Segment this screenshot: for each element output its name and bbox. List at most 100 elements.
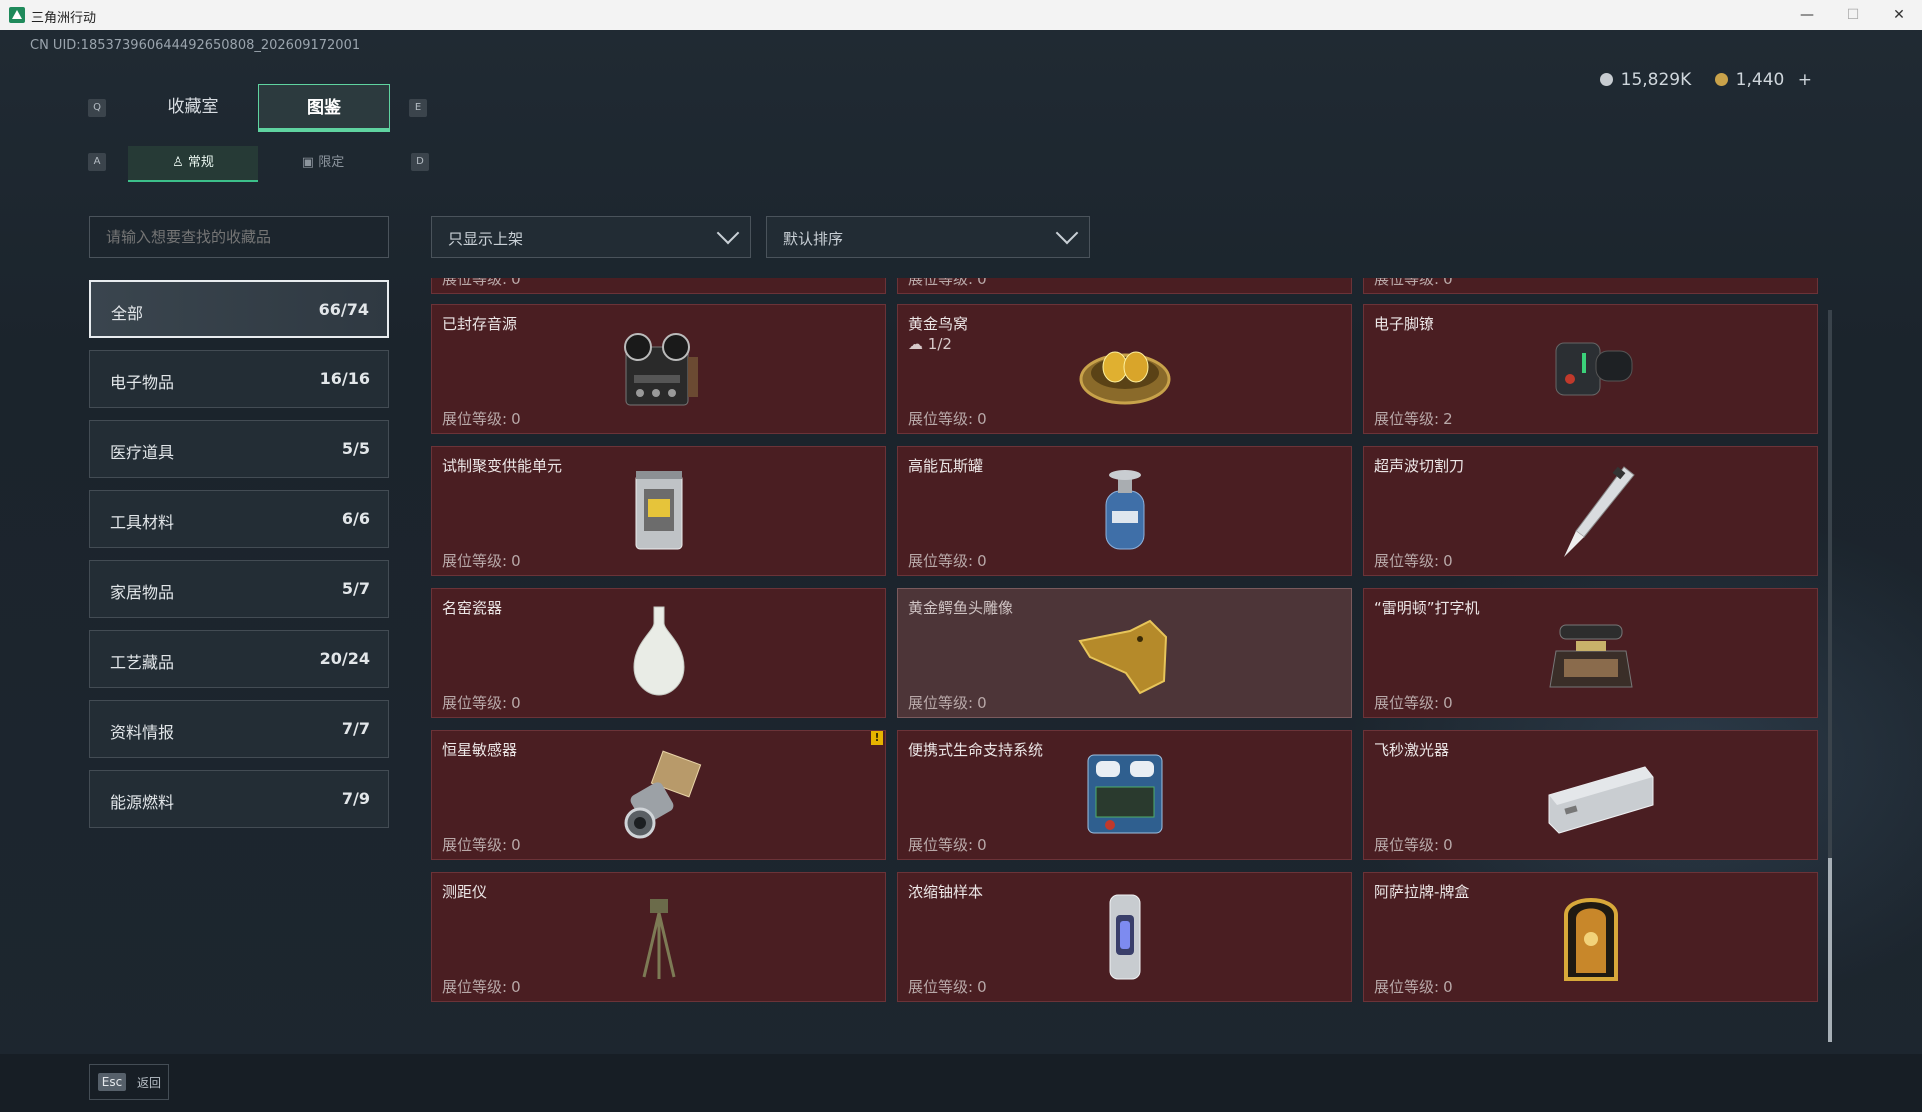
- collection-card[interactable]: 名窑瓷器 展位等级: 0: [431, 588, 886, 718]
- collection-card[interactable]: 阿萨拉牌-牌盒 展位等级: 0: [1363, 872, 1818, 1002]
- category-label: 医疗道具: [110, 443, 175, 462]
- tab-codex[interactable]: 图鉴: [258, 84, 390, 132]
- collection-card[interactable]: 飞秒激光器 展位等级: 0: [1363, 730, 1818, 860]
- card-box-icon: [1563, 898, 1618, 981]
- rangefinder-icon: [642, 899, 675, 979]
- item-name: 黄金鸟窝: [908, 315, 969, 333]
- sort-dropdown[interactable]: 默认排序: [766, 216, 1090, 258]
- add-currency-button[interactable]: +: [1798, 70, 1812, 90]
- category-count: 16/16: [319, 369, 370, 388]
- booth-level: 展位等级: 0: [908, 694, 987, 712]
- collection-card[interactable]: 展位等级: 0: [431, 278, 886, 294]
- subtab-regular[interactable]: ♙ 常规: [128, 146, 258, 182]
- collection-card[interactable]: 超声波切割刀 展位等级: 0: [1363, 446, 1818, 576]
- search-input[interactable]: [90, 217, 388, 257]
- regular-icon: ♙: [172, 155, 188, 170]
- subtab-regular-label: 常规: [187, 155, 214, 170]
- subtab-limited-label: 限定: [318, 155, 345, 170]
- chevron-down-icon: [716, 221, 740, 245]
- limited-icon: ▣: [301, 155, 319, 170]
- collection-card[interactable]: “雷明顿”打字机 展位等级: 0: [1363, 588, 1818, 718]
- listed-filter-dropdown[interactable]: 只显示上架: [431, 216, 751, 258]
- category-label: 能源燃料: [110, 793, 175, 812]
- item-name: 超声波切割刀: [1374, 457, 1465, 475]
- category-electronics[interactable]: 电子物品 16/16: [89, 350, 389, 408]
- back-button[interactable]: Esc 返回: [89, 1064, 169, 1100]
- chevron-down-icon: [1055, 221, 1079, 245]
- category-count: 5/5: [341, 439, 370, 458]
- collection-card[interactable]: 恒星敏感器 ! 展位等级: 0: [431, 730, 886, 860]
- category-count: 5/7: [341, 579, 370, 598]
- app-window: CN UID:185373960644492650808_20260917200…: [0, 30, 1922, 1112]
- esc-key-hint: Esc: [98, 1073, 126, 1091]
- listed-filter-label: 只显示上架: [448, 230, 524, 248]
- booth-level: 展位等级: 0: [908, 278, 987, 288]
- collection-card[interactable]: 展位等级: 0: [897, 278, 1352, 294]
- collection-card[interactable]: 黄金鸟窝 ☁ 1/2 展位等级: 0: [897, 304, 1352, 434]
- category-label: 工艺藏品: [110, 653, 175, 672]
- collection-card[interactable]: 试制聚变供能单元 展位等级: 0: [431, 446, 886, 576]
- category-tools[interactable]: 工具材料 6/6: [89, 490, 389, 548]
- category-label: 电子物品: [110, 373, 175, 392]
- collection-card[interactable]: 黄金鳄鱼头雕像 展位等级: 0: [897, 588, 1352, 718]
- booth-level: 展位等级: 0: [1374, 278, 1453, 288]
- booth-level: 展位等级: 0: [442, 552, 521, 570]
- collection-card[interactable]: 便携式生命支持系统 展位等级: 0: [897, 730, 1352, 860]
- gold-amount: 1,440: [1735, 70, 1785, 90]
- category-crafts[interactable]: 工艺藏品 20/24: [89, 630, 389, 688]
- window-titlebar: 三角洲行动 — ☐ ✕: [0, 0, 1922, 30]
- collection-card[interactable]: 电子脚镣 展位等级: 2: [1363, 304, 1818, 434]
- collection-card[interactable]: 高能瓦斯罐 展位等级: 0: [897, 446, 1352, 576]
- booth-level: 展位等级: 2: [1374, 410, 1453, 428]
- collection-card[interactable]: 浓缩铀样本 展位等级: 0: [897, 872, 1352, 1002]
- item-name: “雷明顿”打字机: [1374, 599, 1480, 617]
- category-count: 20/24: [319, 649, 370, 668]
- category-intel[interactable]: 资料情报 7/7: [89, 700, 389, 758]
- femtosecond-laser-icon: [1548, 766, 1654, 834]
- currency-panel: 15,829K 1,440 +: [1596, 70, 1812, 90]
- key-hint-e: E: [409, 99, 427, 117]
- category-count: 7/9: [341, 789, 370, 808]
- subtab-limited[interactable]: ▣ 限定: [258, 146, 388, 180]
- grid-scrollbar[interactable]: [1828, 310, 1832, 1042]
- booth-level: 展位等级: 0: [442, 694, 521, 712]
- booth-level: 展位等级: 0: [1374, 836, 1453, 854]
- item-name: 飞秒激光器: [1374, 741, 1450, 759]
- tab-collection-room[interactable]: 收藏室: [128, 84, 258, 130]
- gold-coin-icon: [1714, 73, 1728, 86]
- ultrasonic-cutter-icon: [1563, 466, 1635, 557]
- category-household[interactable]: 家居物品 5/7: [89, 560, 389, 618]
- maximize-button[interactable]: ☐: [1830, 0, 1876, 30]
- category-energy[interactable]: 能源燃料 7/9: [89, 770, 389, 828]
- category-medical[interactable]: 医疗道具 5/5: [89, 420, 389, 478]
- category-label: 工具材料: [110, 513, 175, 532]
- booth-level: 展位等级: 0: [442, 410, 521, 428]
- category-label: 全部: [111, 304, 144, 323]
- gold-crocodile-statue-icon: [1077, 619, 1167, 695]
- item-name: 试制聚变供能单元: [442, 457, 563, 475]
- category-count: 6/6: [341, 509, 370, 528]
- booth-level: 展位等级: 0: [442, 978, 521, 996]
- collection-card[interactable]: 已封存音源 展位等级: 0: [431, 304, 886, 434]
- shelf-icon: ☁: [908, 335, 928, 353]
- reel-recorder-icon: [623, 333, 698, 406]
- ankle-monitor-icon: [1555, 342, 1632, 396]
- category-all[interactable]: 全部 66/74: [89, 280, 389, 338]
- category-count: 7/7: [341, 719, 370, 738]
- item-name: 高能瓦斯罐: [908, 457, 984, 475]
- collection-card[interactable]: 展位等级: 0: [1363, 278, 1818, 294]
- minimize-button[interactable]: —: [1784, 0, 1830, 30]
- item-name: 浓缩铀样本: [908, 883, 984, 901]
- collection-card[interactable]: 测距仪 展位等级: 0: [431, 872, 886, 1002]
- booth-level: 展位等级: 0: [908, 552, 987, 570]
- collection-grid: 展位等级: 0 展位等级: 0 展位等级: 0 已封存音源 展位等级: 0 黄金…: [431, 278, 1821, 1043]
- category-label: 资料情报: [110, 723, 175, 742]
- close-button[interactable]: ✕: [1876, 0, 1922, 30]
- star-sensor-icon: [624, 750, 701, 839]
- booth-level: 展位等级: 0: [1374, 552, 1453, 570]
- booth-level: 展位等级: 0: [1374, 694, 1453, 712]
- sort-label: 默认排序: [783, 230, 844, 248]
- category-count: 66/74: [318, 300, 369, 319]
- scrollbar-thumb[interactable]: [1828, 858, 1832, 1042]
- search-box: [89, 216, 389, 258]
